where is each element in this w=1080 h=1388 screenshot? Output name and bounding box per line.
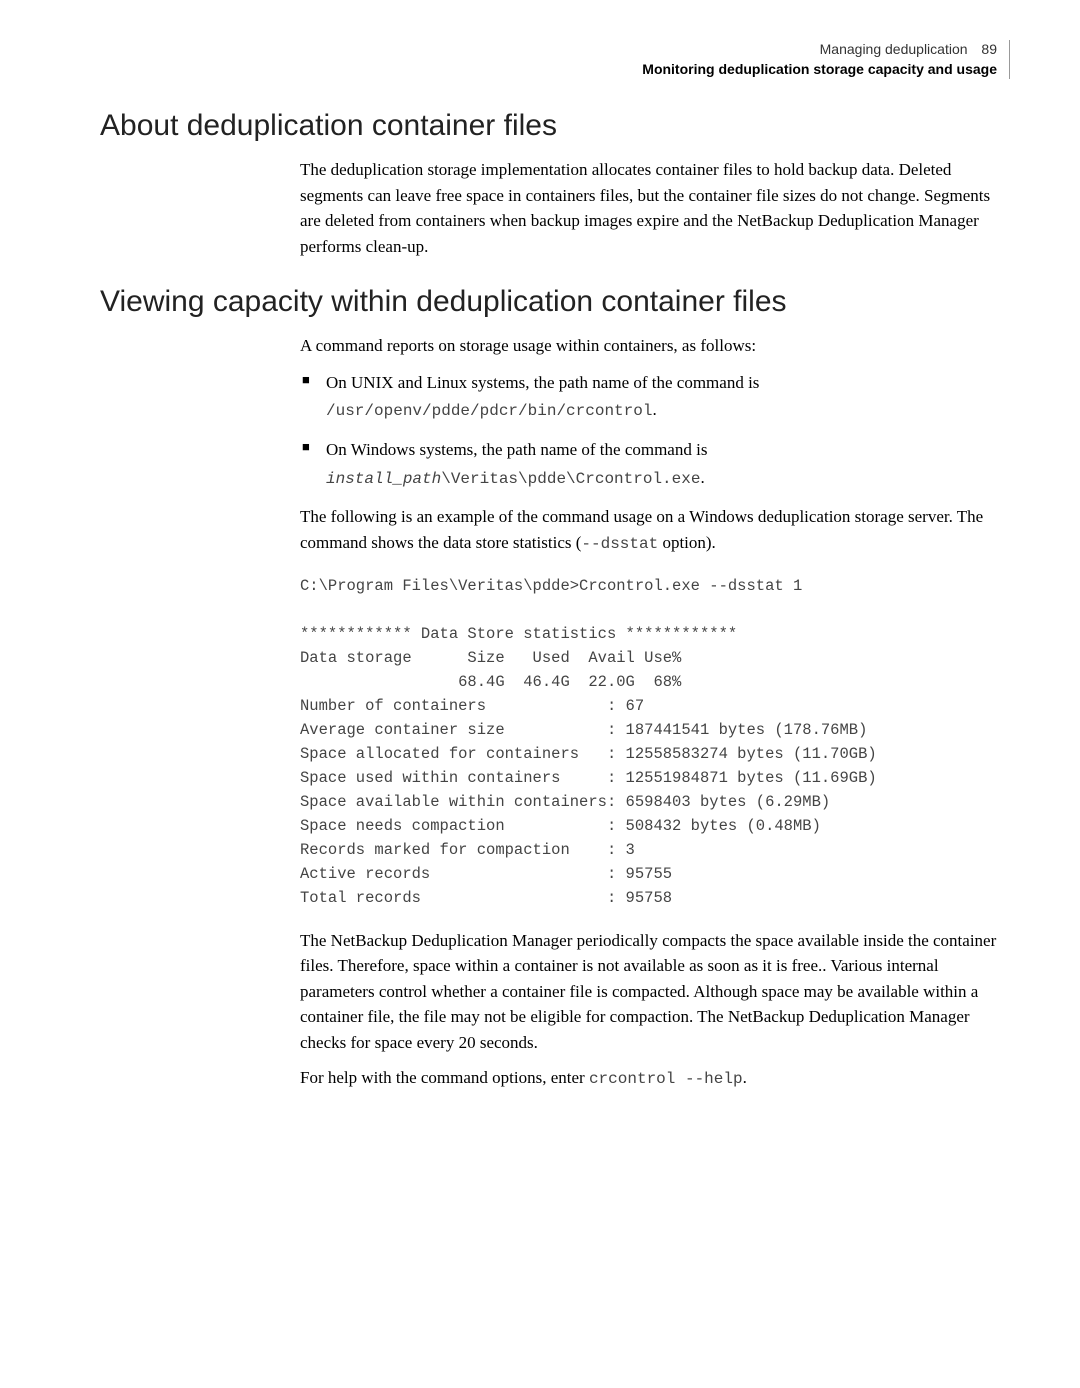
section2-para2: The following is an example of the comma… bbox=[300, 504, 1010, 556]
bullet1-code: /usr/openv/pdde/pdcr/bin/crcontrol bbox=[326, 402, 652, 420]
section2-title: Viewing capacity within deduplication co… bbox=[100, 285, 1010, 319]
bullet-item-windows: On Windows systems, the path name of the… bbox=[300, 436, 1010, 492]
section2-para1: A command reports on storage usage withi… bbox=[300, 333, 1010, 359]
bullet1-text: On UNIX and Linux systems, the path name… bbox=[326, 373, 759, 392]
bullet2-dot: . bbox=[700, 468, 704, 487]
para2-b: option). bbox=[658, 533, 716, 552]
para4-b: . bbox=[743, 1068, 747, 1087]
bullet-item-unix: On UNIX and Linux systems, the path name… bbox=[300, 369, 1010, 425]
para4-a: For help with the command options, enter bbox=[300, 1068, 589, 1087]
header-subtitle: Monitoring deduplication storage capacit… bbox=[100, 60, 997, 80]
code-block: C:\Program Files\Veritas\pdde>Crcontrol.… bbox=[300, 574, 1010, 910]
para4-code: crcontrol --help bbox=[589, 1070, 743, 1088]
section1-title: About deduplication container files bbox=[100, 109, 1010, 143]
bullet2-text: On Windows systems, the path name of the… bbox=[326, 440, 707, 459]
para2-code: --dsstat bbox=[581, 535, 658, 553]
section2-body: A command reports on storage usage withi… bbox=[300, 333, 1010, 1091]
section1-body: The deduplication storage implementation… bbox=[300, 157, 1010, 259]
header-line1: Managing deduplication 89 bbox=[100, 40, 997, 60]
section2-para3: The NetBackup Deduplication Manager peri… bbox=[300, 928, 1010, 1056]
bullet2-code-italic: install_path bbox=[326, 470, 441, 488]
header-page-number: 89 bbox=[971, 41, 997, 57]
section2-para4: For help with the command options, enter… bbox=[300, 1065, 1010, 1091]
page-header: Managing deduplication 89 Monitoring ded… bbox=[100, 40, 1010, 79]
bullet2-code-rest: \Veritas\pdde\Crcontrol.exe bbox=[441, 470, 700, 488]
header-chapter: Managing deduplication bbox=[820, 41, 968, 57]
bullet-list: On UNIX and Linux systems, the path name… bbox=[300, 369, 1010, 493]
section1-para1: The deduplication storage implementation… bbox=[300, 157, 1010, 259]
bullet1-dot: . bbox=[652, 400, 656, 419]
page: Managing deduplication 89 Monitoring ded… bbox=[0, 0, 1080, 1161]
